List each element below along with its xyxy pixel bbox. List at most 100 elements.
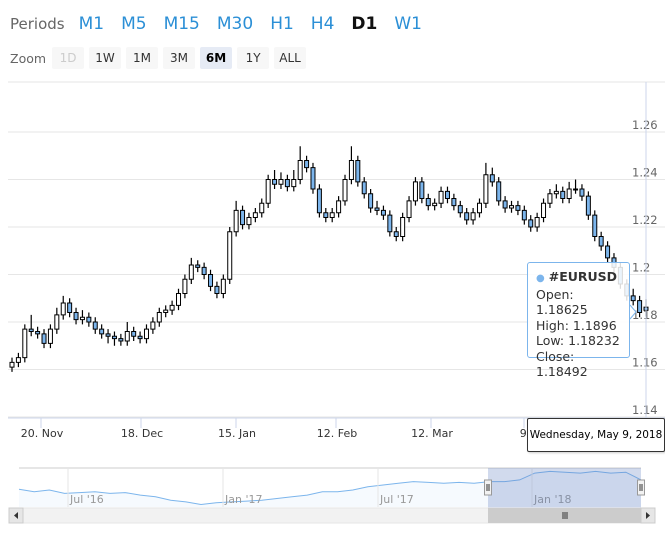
candle-down <box>464 212 470 221</box>
candle-down <box>630 295 636 302</box>
candle-up <box>336 200 342 214</box>
candle-down <box>73 312 79 321</box>
navigator-selection <box>488 468 641 508</box>
candle-up <box>470 212 476 221</box>
series-dot-icon: ● <box>536 273 545 284</box>
candle-down <box>41 333 47 344</box>
candle-down <box>272 179 278 185</box>
candle-up <box>156 312 162 323</box>
candle-down <box>521 209 527 221</box>
candle-down <box>528 219 534 228</box>
candle-down <box>451 198 457 207</box>
candle-up <box>509 205 515 209</box>
candle-up <box>534 217 540 228</box>
x-tick-label: 20. Nov <box>21 427 64 440</box>
candle-down <box>598 236 604 247</box>
candle-up <box>22 328 28 359</box>
candle-down <box>637 300 643 313</box>
y-tick-label: 1.16 <box>632 356 658 370</box>
candle-down <box>489 174 495 183</box>
candle-up <box>329 212 335 218</box>
candle-down <box>208 274 214 287</box>
navigator-tick-label: Jan '17 <box>224 493 262 506</box>
tooltip-date: Wednesday, May 9, 2018 <box>527 418 665 452</box>
y-tick-label: 1.14 <box>632 403 658 417</box>
candle-up <box>227 231 233 280</box>
y-tick-label: 1.22 <box>632 213 658 227</box>
candle-down <box>361 181 367 195</box>
candle-up <box>553 190 559 195</box>
candle-down <box>195 264 201 268</box>
candle-up <box>79 316 85 321</box>
candle-up <box>47 328 53 344</box>
candle-up <box>541 202 547 218</box>
candle-down <box>105 333 111 337</box>
candle-down <box>99 328 105 335</box>
candle-down <box>380 209 386 216</box>
navigator-handle[interactable] <box>484 479 492 496</box>
x-tick-label: 12. Mar <box>411 427 453 440</box>
candle-down <box>355 160 361 183</box>
candle-down <box>118 338 124 342</box>
candle-up <box>406 200 412 218</box>
candle-down <box>425 198 431 207</box>
candle-up <box>573 188 579 191</box>
tooltip-close: Close: 1.18492 <box>536 348 588 380</box>
y-tick-label: 1.24 <box>632 166 658 180</box>
candle-up <box>342 179 348 202</box>
candle-down <box>92 321 98 330</box>
candle-down <box>605 245 611 259</box>
candle-up <box>412 181 418 202</box>
candle-up <box>188 264 194 280</box>
candle-down <box>515 205 521 211</box>
tooltip-low: Low: 1.18232 <box>536 333 620 348</box>
candle-down <box>316 188 322 214</box>
candle-down <box>214 285 220 294</box>
x-tick-label: 18. Dec <box>121 427 163 440</box>
candle-down <box>111 335 117 340</box>
candle-up <box>252 212 258 218</box>
candle-down <box>444 190 450 199</box>
candle-down <box>419 181 425 199</box>
candle-up <box>124 331 130 342</box>
candle-down <box>579 188 585 197</box>
navigator-tick-label: Jul '17 <box>379 493 414 506</box>
x-tick-label: 12. Feb <box>317 427 357 440</box>
candle-up <box>400 217 406 237</box>
y-tick-label: 1.2 <box>632 261 650 275</box>
candle-down <box>201 266 207 275</box>
navigator-tick-label: Jul '16 <box>69 493 104 506</box>
candle-up <box>566 188 572 199</box>
candle-down <box>457 205 463 214</box>
candle-down <box>28 328 34 332</box>
candle-down <box>374 207 380 211</box>
tooltip-symbol: #EURUSD <box>548 269 618 284</box>
candle-down <box>304 160 310 169</box>
candle-down <box>592 214 598 237</box>
candle-down <box>387 214 393 233</box>
candle-down <box>502 200 508 209</box>
candle-up <box>297 160 303 180</box>
candle-up <box>547 193 553 204</box>
tooltip-high: High: 1.1896 <box>536 317 617 333</box>
candle-tooltip: ● #EURUSD Open: 1.18625 High: 1.1896 Low:… <box>527 262 630 379</box>
candle-down <box>131 331 137 337</box>
candle-down <box>86 316 92 323</box>
candle-up <box>54 314 60 330</box>
candle-up <box>9 361 15 368</box>
candle-down <box>67 302 73 313</box>
candle-down <box>393 231 399 237</box>
candle-down <box>496 181 502 202</box>
navigator-handle[interactable] <box>637 479 645 496</box>
candle-down <box>310 167 316 190</box>
candle-up <box>220 278 226 294</box>
candle-down <box>368 193 374 209</box>
candle-up <box>246 217 252 226</box>
candle-down <box>137 335 143 340</box>
candle-up <box>143 328 149 340</box>
candle-up <box>233 209 239 233</box>
candle-down <box>323 212 329 218</box>
x-tick-label: 15. Jan <box>218 427 256 440</box>
candle-up <box>176 293 182 306</box>
candle-down <box>35 331 41 335</box>
